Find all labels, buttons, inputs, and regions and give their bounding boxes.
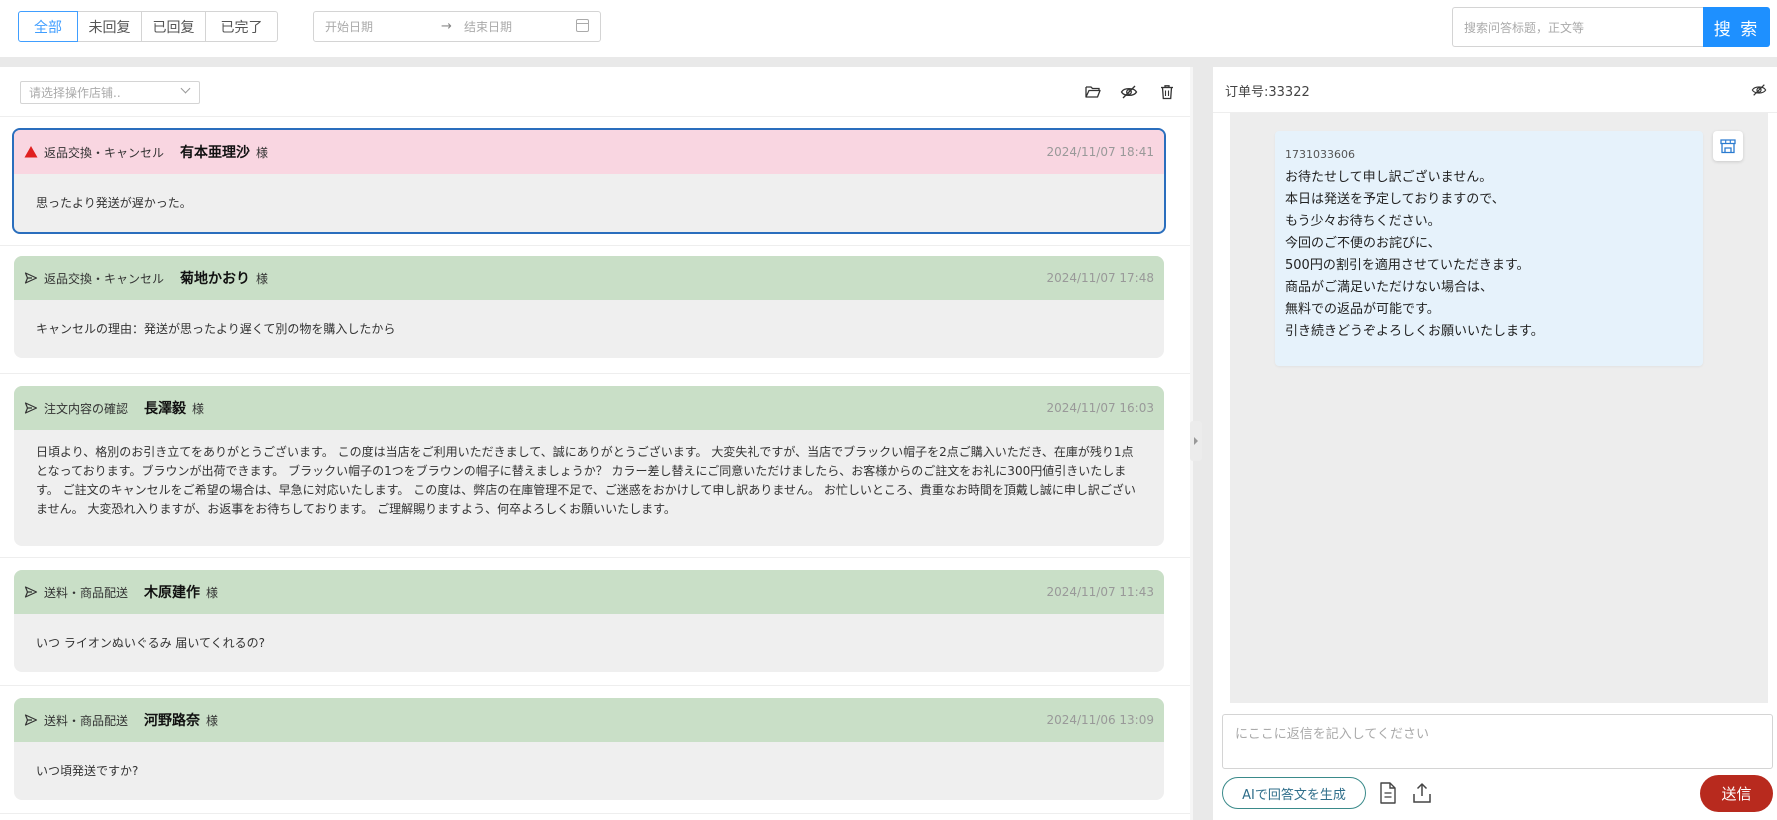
bubble-line: 本日は発送を予定しておりますので、 bbox=[1285, 192, 1505, 207]
bubble-line: 今回のご不便のお詫びに、 bbox=[1285, 236, 1441, 251]
message-body: 思ったより発送が遅かった。 bbox=[36, 196, 192, 210]
detail-header: 订单号:33322 bbox=[1213, 67, 1777, 113]
list-item: 注文内容の確認 長澤毅 様 2024/11/07 16:03 日頃より、格別のお… bbox=[0, 374, 1190, 558]
range-arrow-icon: → bbox=[441, 19, 452, 34]
conversation-area: 1731033606 お待たせして申し訳ございません。 本日は発送を予定しており… bbox=[1230, 113, 1768, 703]
panel-splitter-handle[interactable] bbox=[1190, 421, 1202, 461]
message-card[interactable]: 送料・商品配送 木原建作 様 2024/11/07 11:43 いつ ライオンぬ… bbox=[14, 570, 1164, 672]
tab-replied[interactable]: 已回复 bbox=[141, 11, 206, 42]
eye-off-icon[interactable] bbox=[1120, 83, 1138, 101]
ai-generate-button[interactable]: AIで回答文を生成 bbox=[1222, 777, 1366, 809]
customer-honorific: 様 bbox=[206, 713, 219, 728]
message-card[interactable]: 送料・商品配送 河野路奈 様 2024/11/06 13:09 いつ頃発送ですか… bbox=[14, 698, 1164, 800]
calendar-icon bbox=[576, 19, 589, 32]
message-timestamp: 2024/11/07 18:41 bbox=[1046, 145, 1154, 159]
reply-message-bubble: 1731033606 お待たせして申し訳ございません。 本日は発送を予定しており… bbox=[1275, 131, 1703, 366]
customer-name: 有本亜理沙 bbox=[180, 145, 251, 161]
end-date-field[interactable]: 结束日期 bbox=[464, 18, 512, 35]
message-detail-panel: 订单号:33322 1731033606 お待たせして申し訳ございません。 本日… bbox=[1213, 67, 1777, 820]
message-body: いつ頃発送ですか? bbox=[36, 764, 139, 778]
message-card[interactable]: 返品交換・キャンセル 菊地かおり 様 2024/11/07 17:48 キャンセ… bbox=[14, 256, 1164, 358]
bubble-line: 引き続きどうぞよろしくお願いいたします。 bbox=[1285, 324, 1544, 339]
customer-name: 長澤毅 bbox=[144, 401, 187, 417]
list-item: 送料・商品配送 木原建作 様 2024/11/07 11:43 いつ ライオンぬ… bbox=[0, 558, 1190, 686]
message-card-header: 注文内容の確認 長澤毅 様 2024/11/07 16:03 bbox=[14, 386, 1164, 430]
customer-honorific: 様 bbox=[256, 271, 269, 286]
customer-honorific: 様 bbox=[192, 401, 205, 416]
bubble-line: お待たせして申し訳ございません。 bbox=[1285, 170, 1493, 185]
eye-off-icon[interactable] bbox=[1751, 82, 1767, 98]
trash-icon[interactable] bbox=[1158, 83, 1176, 101]
bubble-line: もう少々お待ちください。 bbox=[1285, 214, 1441, 229]
message-body: いつ ライオンぬいぐるみ 届いてくれるの? bbox=[36, 636, 266, 650]
paper-plane-icon bbox=[24, 714, 38, 726]
document-icon[interactable] bbox=[1377, 781, 1399, 805]
message-category: 送料・商品配送 bbox=[44, 585, 129, 600]
message-timestamp: 2024/11/07 16:03 bbox=[1046, 401, 1154, 415]
message-body: 日頃より、格別のお引き立てをありがとうございます。 この度は当店をご利用いただき… bbox=[36, 445, 1136, 516]
list-toolbar: 请选择操作店铺.. bbox=[0, 67, 1190, 117]
start-date-field[interactable]: 开始日期 bbox=[325, 18, 373, 35]
customer-name: 河野路奈 bbox=[144, 713, 201, 729]
date-range-picker[interactable]: 开始日期 → 结束日期 bbox=[313, 11, 601, 42]
reply-textarea[interactable]: にここに返信を記入してください bbox=[1222, 714, 1773, 769]
store-icon[interactable] bbox=[1713, 131, 1743, 161]
message-card-header: 返品交換・キャンセル 有本亜理沙 様 2024/11/07 18:41 bbox=[14, 130, 1164, 174]
list-item: 送料・商品配送 河野路奈 様 2024/11/06 13:09 いつ頃発送ですか… bbox=[0, 686, 1190, 814]
message-card[interactable]: 注文内容の確認 長澤毅 様 2024/11/07 16:03 日頃より、格別のお… bbox=[14, 386, 1164, 546]
message-timestamp: 2024/11/06 13:09 bbox=[1046, 713, 1154, 727]
tab-unreplied[interactable]: 未回复 bbox=[77, 11, 142, 42]
chevron-right-icon bbox=[1194, 437, 1198, 445]
shop-select-placeholder: 请选择操作店铺.. bbox=[29, 86, 121, 100]
message-id: 1731033606 bbox=[1285, 148, 1355, 161]
paper-plane-icon bbox=[24, 402, 38, 414]
search-input[interactable]: 搜索问答标题，正文等 bbox=[1452, 7, 1704, 47]
upload-icon[interactable] bbox=[1411, 781, 1433, 805]
message-list-panel: 请选择操作店铺.. 返品交換・キャンセル 有本亜理沙 様 2024/11/07 … bbox=[0, 67, 1193, 820]
message-category: 送料・商品配送 bbox=[44, 713, 129, 728]
customer-name: 木原建作 bbox=[144, 585, 201, 601]
order-number: 订单号:33322 bbox=[1225, 85, 1310, 100]
paper-plane-icon bbox=[24, 586, 38, 598]
message-category: 返品交換・キャンセル bbox=[44, 145, 165, 160]
search-button[interactable]: 搜 索 bbox=[1703, 7, 1770, 47]
customer-honorific: 様 bbox=[256, 145, 269, 160]
message-card[interactable]: 返品交換・キャンセル 有本亜理沙 様 2024/11/07 18:41 思ったよ… bbox=[12, 128, 1166, 234]
message-timestamp: 2024/11/07 17:48 bbox=[1046, 271, 1154, 285]
chevron-down-icon bbox=[180, 83, 191, 94]
send-button[interactable]: 送信 bbox=[1700, 775, 1773, 812]
message-card-header: 返品交換・キャンセル 菊地かおり 様 2024/11/07 17:48 bbox=[14, 256, 1164, 300]
customer-name: 菊地かおり bbox=[180, 271, 251, 287]
list-item: 返品交換・キャンセル 菊地かおり 様 2024/11/07 17:48 キャンセ… bbox=[0, 246, 1190, 374]
customer-honorific: 様 bbox=[206, 585, 219, 600]
folder-open-icon[interactable] bbox=[1084, 83, 1102, 101]
message-card-header: 送料・商品配送 木原建作 様 2024/11/07 11:43 bbox=[14, 570, 1164, 614]
message-card-header: 送料・商品配送 河野路奈 様 2024/11/06 13:09 bbox=[14, 698, 1164, 742]
list-item: 返品交換・キャンセル 有本亜理沙 様 2024/11/07 18:41 思ったよ… bbox=[0, 118, 1190, 246]
bubble-line: 商品がご満足いただけない場合は、 bbox=[1285, 280, 1494, 295]
shop-select[interactable]: 请选择操作店铺.. bbox=[20, 81, 200, 104]
message-body: キャンセルの理由：発送が思ったより遅くて別の物を購入したから bbox=[36, 322, 396, 336]
bubble-line: 500円の割引を適用させていただきます。 bbox=[1285, 258, 1530, 273]
message-category: 注文内容の確認 bbox=[44, 401, 129, 416]
message-category: 返品交換・キャンセル bbox=[44, 271, 165, 286]
paper-plane-icon bbox=[24, 272, 38, 284]
status-tabs: 全部 未回复 已回复 已完了 bbox=[18, 11, 278, 42]
message-timestamp: 2024/11/07 11:43 bbox=[1046, 585, 1154, 599]
tab-completed[interactable]: 已完了 bbox=[205, 11, 278, 42]
message-list: 返品交換・キャンセル 有本亜理沙 様 2024/11/07 18:41 思ったよ… bbox=[0, 118, 1190, 814]
warning-triangle-icon bbox=[24, 146, 38, 158]
top-filter-bar: 全部 未回复 已回复 已完了 开始日期 → 结束日期 搜索问答标题，正文等 搜 … bbox=[0, 0, 1777, 57]
bubble-line: 無料での返品が可能です。 bbox=[1285, 302, 1440, 317]
tab-all[interactable]: 全部 bbox=[18, 11, 78, 42]
